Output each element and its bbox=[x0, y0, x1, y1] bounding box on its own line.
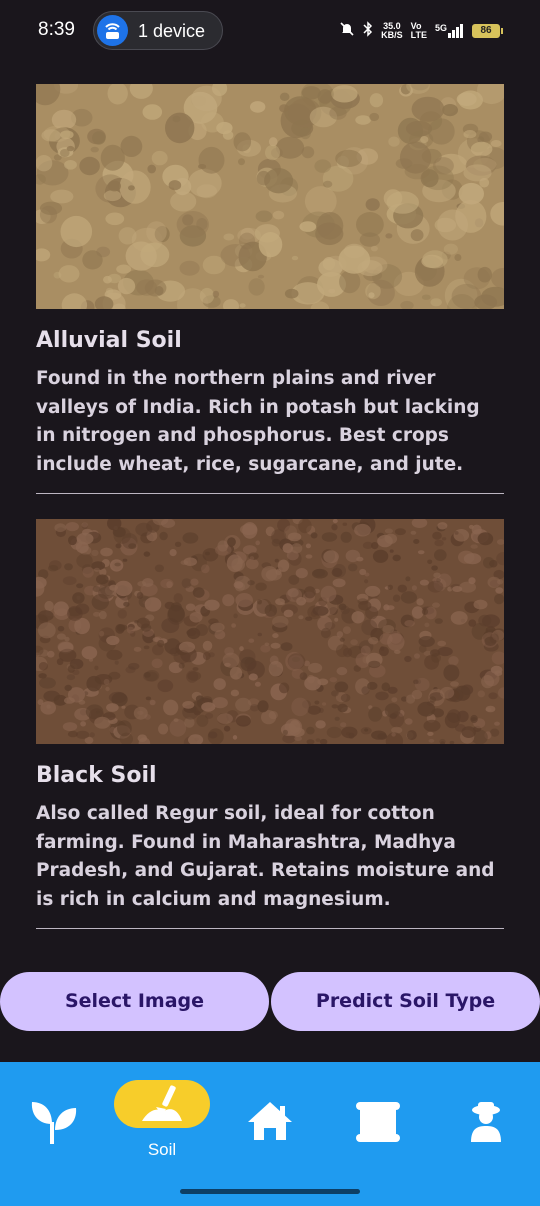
signal-5g: 5G bbox=[435, 24, 464, 38]
signal-bars-icon bbox=[448, 24, 463, 38]
soil-title: Black Soil bbox=[36, 763, 157, 788]
volte-label: Vo LTE bbox=[411, 22, 427, 40]
battery-indicator: 86 bbox=[472, 24, 503, 38]
nav-item-profile[interactable] bbox=[452, 1062, 522, 1162]
nav-item-guide[interactable] bbox=[344, 1062, 414, 1162]
soil-icon bbox=[142, 1085, 182, 1121]
divider bbox=[36, 493, 504, 494]
soil-title: Alluvial Soil bbox=[36, 328, 182, 353]
home-icon bbox=[248, 1102, 292, 1140]
soil-description: Found in the northern plains and river v… bbox=[36, 368, 480, 476]
divider bbox=[36, 928, 504, 929]
mute-icon bbox=[339, 21, 355, 41]
status-icons: 35.0 KB/S Vo LTE 5G 86 bbox=[339, 20, 503, 42]
select-image-button[interactable]: Select Image bbox=[0, 972, 269, 1031]
sprout-icon bbox=[31, 1102, 77, 1144]
bluetooth-icon bbox=[363, 21, 373, 41]
hotspot-label: 1 device bbox=[138, 21, 206, 41]
gesture-bar bbox=[180, 1189, 360, 1194]
lte-text: LTE bbox=[410, 30, 427, 40]
nav-item-crops[interactable] bbox=[20, 1062, 90, 1162]
bottom-navigation: Soil bbox=[0, 1062, 540, 1206]
speed-unit: KB/S bbox=[381, 30, 403, 40]
hotspot-chip[interactable]: 1 device bbox=[93, 11, 223, 50]
soil-card-black: Black Soil Also called Regur soil, ideal… bbox=[36, 519, 504, 915]
hotspot-icon bbox=[97, 15, 128, 46]
status-bar: 8:39 1 device 35.0 KB/S Vo LTE 5G 86 bbox=[0, 0, 540, 62]
scroll-icon bbox=[356, 1102, 400, 1142]
predict-soil-type-button[interactable]: Predict Soil Type bbox=[271, 972, 540, 1031]
alluvial-soil-image bbox=[36, 84, 504, 309]
nav-item-home[interactable] bbox=[236, 1062, 306, 1162]
black-soil-image bbox=[36, 519, 504, 744]
nav-item-soil[interactable]: Soil bbox=[114, 1062, 210, 1162]
status-time: 8:39 bbox=[38, 19, 75, 40]
farmer-profile-icon bbox=[471, 1102, 501, 1142]
nav-label-soil: Soil bbox=[147, 1140, 177, 1159]
network-speed: 35.0 KB/S bbox=[381, 22, 403, 40]
soil-description: Also called Regur soil, ideal for cotton… bbox=[36, 803, 495, 911]
5g-text: 5G bbox=[434, 23, 447, 33]
soil-card-alluvial: Alluvial Soil Found in the northern plai… bbox=[36, 84, 504, 480]
